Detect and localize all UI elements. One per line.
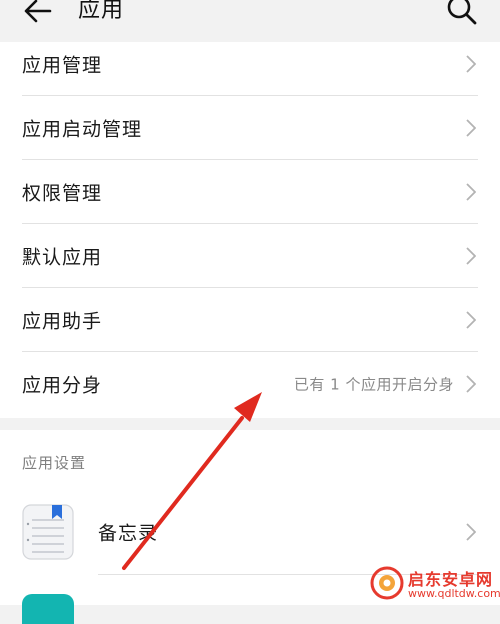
section-header-app-settings: 应用设置 (22, 454, 87, 472)
app-item-memo[interactable]: 备忘录 (0, 492, 500, 572)
menu-item-label: 应用管理 (22, 54, 103, 76)
menu-item-permission-management[interactable]: 权限管理 (22, 160, 478, 224)
chevron-right-icon (466, 182, 476, 201)
chevron-right-icon (466, 54, 476, 73)
menu-item-label: 默认应用 (22, 246, 103, 268)
menu-item-app-management[interactable]: 应用管理 (22, 32, 478, 96)
search-icon[interactable] (446, 0, 478, 26)
chevron-right-icon (466, 246, 476, 265)
chevron-right-icon (466, 310, 476, 329)
app-twin-status: 已有 1 个应用开启分身 (293, 375, 454, 394)
menu-item-app-launch-management[interactable]: 应用启动管理 (22, 96, 478, 160)
next-app-icon[interactable] (22, 594, 74, 624)
menu-item-label: 应用启动管理 (22, 118, 143, 140)
menu-item-app-twin[interactable]: 应用分身 已有 1 个应用开启分身 (22, 352, 478, 416)
watermark-logo-icon (370, 566, 404, 600)
app-name: 备忘录 (98, 522, 159, 545)
menu-item-label: 应用助手 (22, 310, 103, 332)
chevron-right-icon (466, 375, 476, 393)
chevron-right-icon (466, 523, 476, 541)
watermark-url: www.qdltdw.com (408, 587, 500, 600)
watermark: 启东安卓网 www.qdltdw.com (370, 562, 500, 605)
menu-item-label: 权限管理 (22, 182, 103, 204)
menu-item-app-assistant[interactable]: 应用助手 (22, 288, 478, 352)
app-menu-card: 应用管理 应用启动管理 权限管理 默认应用 应用助手 应用分身 已有 1 个应用… (0, 42, 500, 418)
memo-app-icon (22, 504, 74, 560)
back-arrow-icon[interactable] (22, 0, 52, 26)
menu-item-default-apps[interactable]: 默认应用 (22, 224, 478, 288)
menu-item-label: 应用分身 (22, 374, 103, 397)
page-title: 应用 (78, 0, 125, 23)
chevron-right-icon (466, 118, 476, 137)
